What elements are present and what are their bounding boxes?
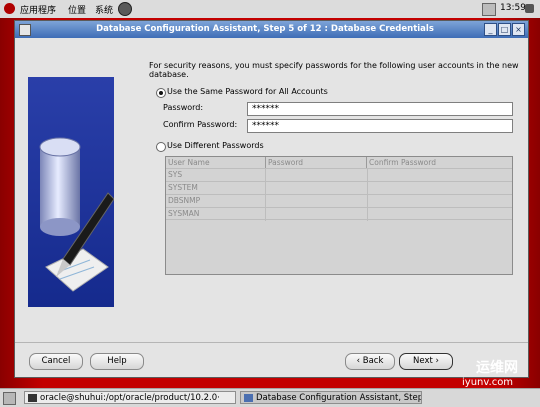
- menu-system[interactable]: 系统: [95, 3, 113, 16]
- next-arrow-icon: ›: [432, 356, 439, 366]
- different-passwords-radio[interactable]: [156, 142, 166, 152]
- different-passwords-label: Use Different Passwords: [167, 141, 264, 150]
- maximize-icon[interactable]: □: [498, 23, 511, 36]
- intro-text-line2: database.: [149, 70, 189, 79]
- side-illustration: [28, 77, 114, 307]
- button-divider: [15, 342, 528, 343]
- table-row: SYSTEM: [166, 181, 512, 195]
- taskbar-terminal-label: oracle@shuhui:/opt/oracle/product/10.2.0…: [40, 393, 220, 403]
- top-panel: 应用程序 位置 系统 13:59: [0, 0, 540, 19]
- browser-icon[interactable]: [118, 2, 132, 16]
- password-label: Password:: [163, 103, 204, 112]
- help-button[interactable]: Help: [90, 353, 144, 370]
- confirm-password-field[interactable]: ******: [247, 119, 513, 133]
- table-header-confirm: Confirm Password: [369, 158, 436, 167]
- user-password-table: User Name Password Confirm Password SYS …: [165, 156, 513, 275]
- volume-icon[interactable]: [525, 4, 534, 13]
- table-row: DBSNMP: [166, 194, 512, 208]
- close-icon[interactable]: ×: [512, 23, 525, 36]
- next-button-label: Next: [413, 356, 433, 366]
- terminal-icon: [28, 394, 37, 402]
- dbca-window: Database Configuration Assistant, Step 5…: [14, 20, 529, 378]
- taskbar-terminal[interactable]: oracle@shuhui:/opt/oracle/product/10.2.0…: [24, 391, 236, 404]
- network-icon[interactable]: [482, 3, 496, 16]
- window-titlebar[interactable]: Database Configuration Assistant, Step 5…: [15, 21, 528, 38]
- watermark-url: iyunv.com: [462, 377, 514, 388]
- clock[interactable]: 13:59: [500, 3, 526, 13]
- same-password-radio[interactable]: [156, 88, 166, 98]
- table-header-password: Password: [266, 157, 367, 168]
- redhat-menu-icon[interactable]: [4, 3, 15, 14]
- taskbar: oracle@shuhui:/opt/oracle/product/10.2.0…: [0, 388, 540, 407]
- cancel-button[interactable]: Cancel: [29, 353, 83, 370]
- menu-applications[interactable]: 应用程序: [20, 3, 56, 16]
- minimize-icon[interactable]: _: [484, 23, 497, 36]
- back-button[interactable]: ‹ Back: [345, 353, 395, 370]
- table-cell-username: SYSMAN: [166, 208, 266, 221]
- database-pen-icon: [39, 137, 114, 292]
- back-button-label: Back: [362, 356, 384, 366]
- intro-text-line1: For security reasons, you must specify p…: [149, 61, 519, 70]
- table-header-username: User Name: [166, 157, 266, 168]
- table-row: SYSMAN: [166, 207, 512, 221]
- show-desktop-icon[interactable]: [3, 392, 16, 405]
- table-row: SYS: [166, 168, 512, 182]
- window-title: Database Configuration Assistant, Step 5…: [96, 24, 434, 34]
- menu-places[interactable]: 位置: [68, 3, 86, 16]
- confirm-password-label: Confirm Password:: [163, 120, 238, 129]
- taskbar-dbca[interactable]: Database Configuration Assistant, Step 5…: [240, 391, 422, 404]
- password-field[interactable]: ******: [247, 102, 513, 116]
- same-password-label: Use the Same Password for All Accounts: [167, 87, 328, 96]
- table-cell-password[interactable]: [266, 208, 368, 221]
- window-menu-icon[interactable]: [19, 24, 31, 36]
- window-app-icon: [244, 394, 253, 402]
- taskbar-dbca-label: Database Configuration Assistant, Step 5…: [256, 393, 422, 403]
- watermark-text: 运维网: [476, 360, 518, 376]
